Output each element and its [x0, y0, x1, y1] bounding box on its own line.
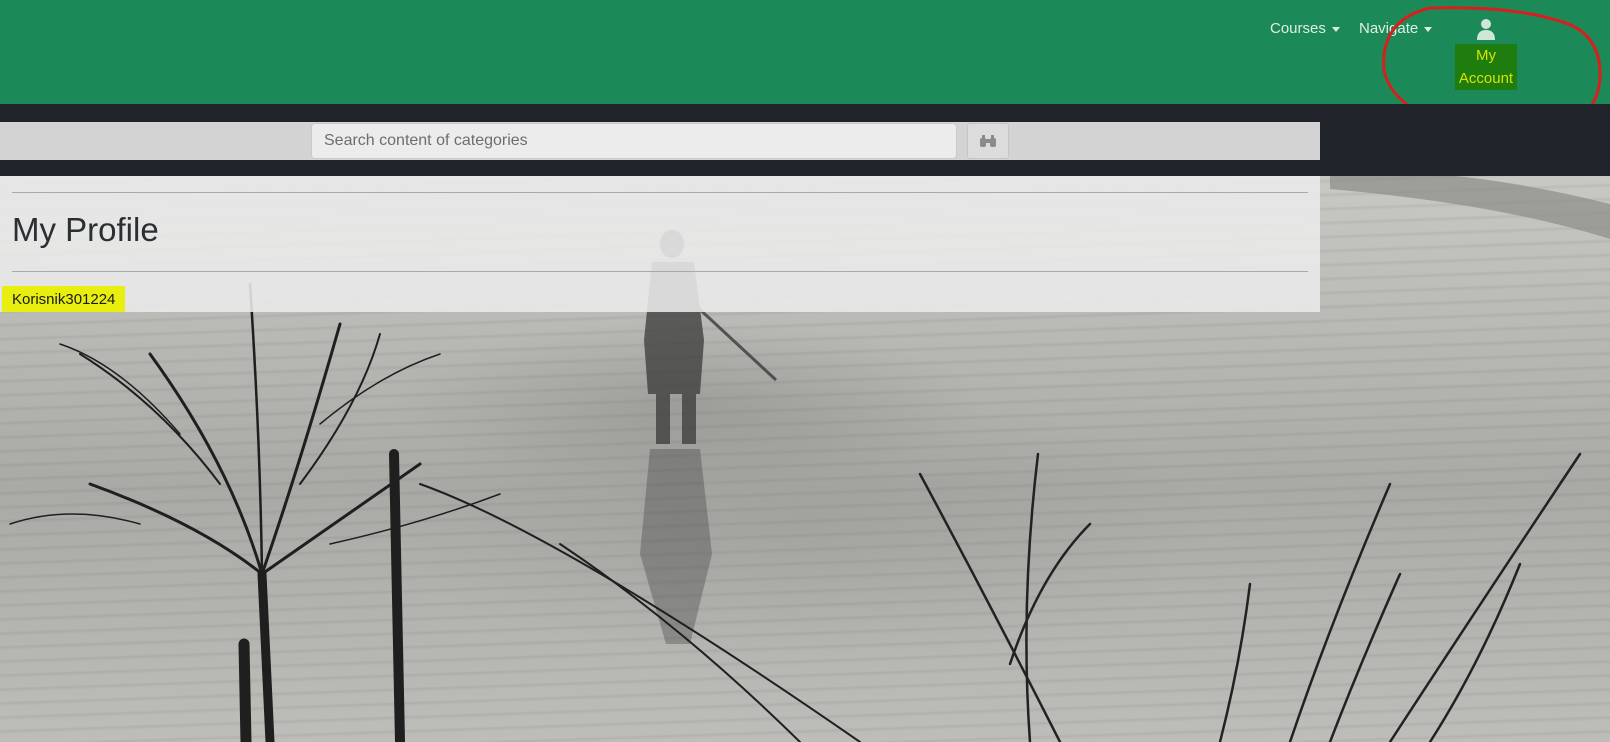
- my-account-menu[interactable]: My Account: [1451, 18, 1521, 90]
- search-button[interactable]: [967, 123, 1009, 159]
- my-account-label-line2: Account: [1458, 70, 1514, 87]
- courses-menu-label: Courses: [1270, 20, 1326, 37]
- profile-panel: [0, 176, 1320, 312]
- binoculars-icon: [980, 135, 996, 147]
- chevron-down-icon: [1424, 27, 1433, 32]
- divider: [12, 271, 1308, 272]
- top-navbar: Courses Navigate My Account: [0, 0, 1610, 104]
- username-text: Korisnik301224: [2, 286, 126, 312]
- user-icon: [1477, 19, 1495, 40]
- courses-menu[interactable]: Courses: [1270, 20, 1340, 37]
- page-title: My Profile: [12, 211, 159, 248]
- divider: [12, 192, 1308, 193]
- my-account-label-line1: My: [1475, 47, 1496, 64]
- chevron-down-icon: [1331, 27, 1340, 32]
- search-input[interactable]: [311, 123, 957, 159]
- my-account-label: My Account: [1454, 44, 1518, 90]
- navigate-menu[interactable]: Navigate: [1359, 20, 1433, 37]
- navigate-menu-label: Navigate: [1359, 20, 1419, 37]
